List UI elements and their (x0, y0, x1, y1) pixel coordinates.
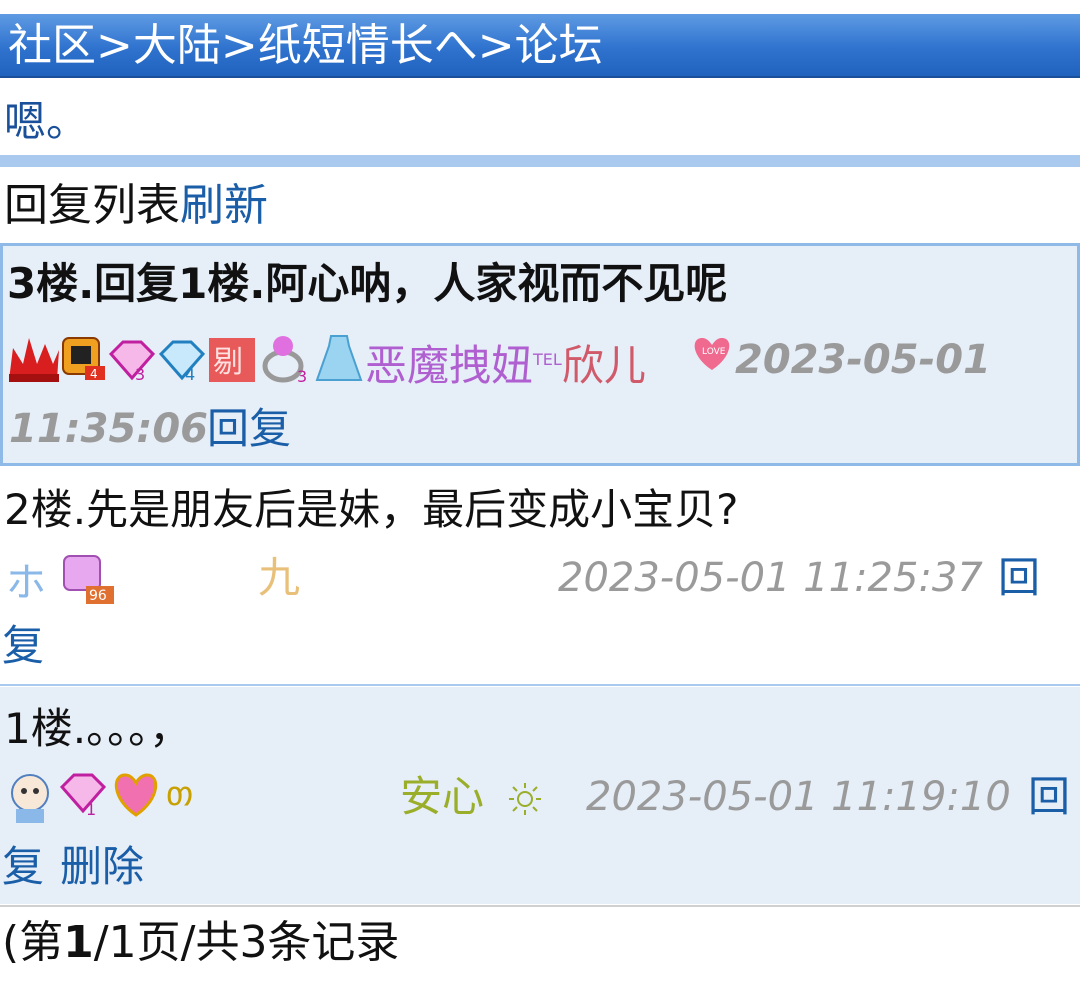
status-strip (0, 0, 1080, 14)
username-part1[interactable]: 恶魔拽妞 (365, 341, 533, 390)
delete-button[interactable]: 删除 (60, 839, 144, 895)
svg-text:ホ: ホ (6, 560, 46, 606)
svg-text:4: 4 (90, 367, 98, 381)
svg-text:96: 96 (89, 588, 107, 604)
floor-text: 1楼.。。。， (4, 704, 192, 753)
username[interactable]: 恶魔拽妞TEL欣儿 (365, 332, 646, 394)
post-date: 2023-05-01 (735, 337, 991, 383)
reply-list-header: 回复列表刷新 (4, 174, 268, 238)
post-title: 嗯。 (4, 97, 89, 146)
svg-text:3: 3 (297, 367, 307, 384)
reply-list-label: 回复列表 (4, 180, 180, 231)
username-part2[interactable]: 欣儿 (562, 341, 646, 390)
crown-icon (9, 338, 59, 382)
username[interactable]: 九 (258, 550, 300, 606)
level-badge-icon: 4 (62, 337, 105, 381)
diamond-badge-1-icon: 1 (59, 773, 107, 819)
breadcrumb[interactable]: 社区>大陆>纸短情长へ>论坛 (0, 14, 1080, 78)
refresh-link[interactable]: 刷新 (180, 180, 268, 231)
floor-1: 1楼.。。。， 1 თ 安心 2023-05-01 11:19:10 回 复 删… (0, 687, 1080, 904)
love-heart-icon: LOVE (694, 338, 730, 370)
curl-deco-icon: თ (166, 774, 193, 814)
post-time: 11:35:06 (9, 406, 208, 452)
diamond-badge-4-icon: 4 (158, 340, 206, 382)
username-superscript: TEL (533, 350, 562, 369)
reply-button-part2[interactable]: 复 (2, 618, 44, 674)
diamond-badge-3-icon: 3 (108, 340, 156, 382)
floor-text: 3楼.回复1楼.阿心呐，人家视而不见呢 (7, 259, 728, 308)
reply-button[interactable]: 回复 (207, 401, 291, 457)
svg-text:1: 1 (86, 800, 96, 819)
baby-avatar-icon (11, 774, 49, 823)
dress-icon (315, 335, 363, 381)
avatar-sketch-icon: ホ (6, 560, 46, 606)
divider (0, 155, 1080, 167)
post-datetime: 2023-05-01 11:25:37 (558, 555, 983, 601)
pagination-current-page: 1 (63, 917, 94, 968)
pagination-suffix: /1页/共3条记录 (93, 917, 400, 968)
reply-button-part1[interactable]: 回 (998, 550, 1040, 606)
svg-text:თ: თ (166, 774, 193, 814)
ban-badge-icon: 剔 (209, 338, 255, 382)
svg-text:LOVE: LOVE (702, 347, 726, 357)
svg-text:4: 4 (185, 365, 195, 382)
floor-2: 2楼.先是朋友后是妹，最后变成小宝贝? ホ 96 九 2023-05-01 11… (0, 468, 1080, 686)
floor-3: 3楼.回复1楼.阿心呐，人家视而不见呢 4 3 4 剔 3 恶魔拽妞TEL欣儿 … (0, 243, 1080, 466)
floor-text: 2楼.先是朋友后是妹，最后变成小宝贝? (4, 485, 739, 534)
ring-badge-icon: 3 (262, 336, 307, 384)
breadcrumb-text[interactable]: 社区>大陆>纸短情长へ>论坛 (8, 20, 603, 71)
sun-doodle-icon (509, 783, 541, 815)
post-datetime: 2023-05-01 11:19:10 (586, 774, 1011, 820)
reply-button-part1[interactable]: 回 (1028, 769, 1070, 825)
pagination-prefix: (第 (2, 917, 64, 968)
reply-button-part2[interactable]: 复 (2, 839, 44, 895)
heart-badge-icon (114, 773, 158, 817)
gift-badge-96-icon: 96 (63, 555, 114, 604)
svg-text:3: 3 (135, 365, 145, 382)
svg-text:剔: 剔 (213, 345, 243, 380)
pagination-text: (第1/1页/共3条记录 (2, 913, 399, 973)
pagination: (第1/1页/共3条记录 (0, 905, 1080, 983)
username[interactable]: 安心 (400, 769, 484, 825)
